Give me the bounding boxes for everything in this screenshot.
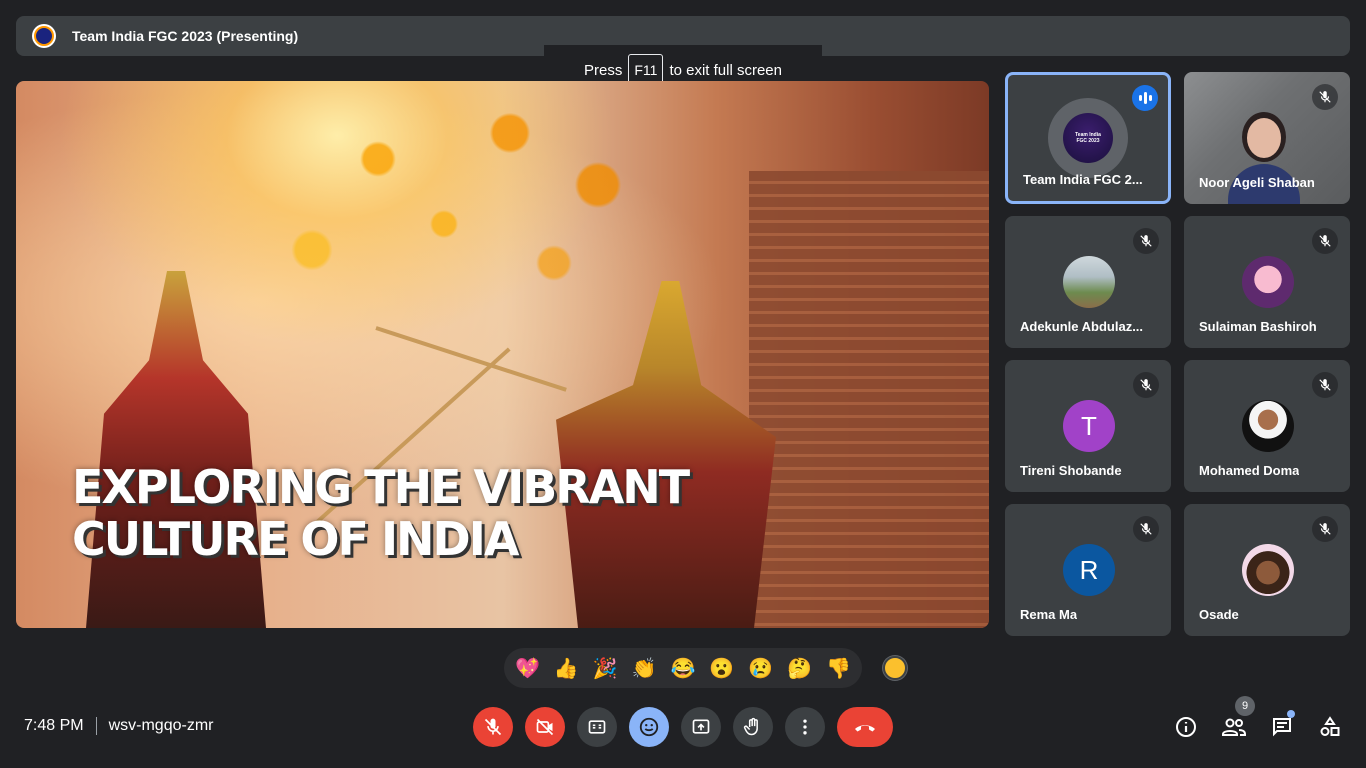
mic-toggle-button[interactable]: [473, 707, 513, 747]
captions-button[interactable]: [577, 707, 617, 747]
toast-suffix: to exit full screen: [669, 61, 782, 79]
mic-off-icon: [1312, 372, 1338, 398]
participant-tile[interactable]: Sulaiman Bashiroh: [1184, 216, 1350, 348]
participant-name: Tireni Shobande: [1020, 463, 1122, 478]
avatar-letter: R: [1079, 554, 1099, 585]
reaction-thumbs-down[interactable]: 👎: [820, 656, 856, 681]
participant-name: Team India FGC 2...: [1023, 172, 1143, 187]
people-icon: [1222, 718, 1246, 736]
camera-off-icon: [536, 718, 554, 736]
participant-name: Rema Ma: [1020, 607, 1078, 622]
avatar-letter: T: [1081, 410, 1097, 441]
avatar: [1242, 400, 1294, 452]
emoji-icon: [639, 717, 659, 737]
team-logo: Team India FGC 2023: [1063, 113, 1113, 163]
activities-icon: [1320, 716, 1340, 736]
reaction-clapping[interactable]: 👏: [626, 656, 662, 681]
present-icon: [692, 719, 710, 734]
mic-off-icon: [1312, 228, 1338, 254]
people-button[interactable]: [1219, 712, 1249, 742]
reaction-thumbs-up[interactable]: 👍: [548, 656, 584, 681]
info-icon: [1176, 717, 1196, 737]
raise-hand-icon: [743, 717, 758, 736]
camera-toggle-button[interactable]: [525, 707, 565, 747]
meeting-title: Team India FGC 2023 (Presenting): [72, 28, 299, 44]
raise-hand-button[interactable]: [733, 707, 773, 747]
participant-tile[interactable]: Team India FGC 2023 Team India FGC 2...: [1005, 72, 1171, 204]
mic-off-icon: [484, 718, 502, 736]
participant-tile[interactable]: Osade: [1184, 504, 1350, 636]
reaction-sparkling-heart[interactable]: 💖: [509, 656, 545, 681]
people-count-badge: 9: [1235, 696, 1255, 716]
participant-name: Adekunle Abdulaz...: [1020, 319, 1144, 334]
avatar: Team India FGC 2023: [1048, 98, 1128, 178]
reaction-surprised[interactable]: 😮: [704, 656, 740, 681]
captions-icon: [588, 720, 606, 734]
skin-tone-selector[interactable]: [883, 656, 907, 680]
meeting-info: 7:48 PM wsv-mgqo-zmr: [24, 717, 213, 735]
participant-tile[interactable]: Adekunle Abdulaz...: [1005, 216, 1171, 348]
end-call-icon: [855, 725, 875, 732]
meeting-details-button[interactable]: [1171, 712, 1201, 742]
slide-title: EXPLORING THE VIBRANT CULTURE OF INDIA: [72, 460, 690, 566]
reaction-thinking[interactable]: 🤔: [782, 656, 818, 681]
autumn-leaves-image: [246, 81, 686, 341]
more-options-button[interactable]: [785, 707, 825, 747]
emoji-button[interactable]: [629, 707, 669, 747]
leave-call-button[interactable]: [837, 707, 893, 747]
mic-off-icon: [1133, 516, 1159, 542]
more-options-icon: [803, 719, 807, 735]
reaction-crying[interactable]: 😢: [743, 656, 779, 681]
present-button[interactable]: [681, 707, 721, 747]
chat-icon: [1273, 718, 1291, 737]
participant-name: Noor Ageli Shaban: [1199, 175, 1315, 190]
chat-notification-dot: [1287, 710, 1295, 718]
mic-off-icon: [1312, 84, 1338, 110]
avatar: T: [1063, 400, 1115, 452]
participant-name: Mohamed Doma: [1199, 463, 1300, 478]
dancer-left-image: [86, 271, 266, 628]
reaction-party-popper[interactable]: 🎉: [587, 656, 623, 681]
participant-tile[interactable]: Mohamed Doma: [1184, 360, 1350, 492]
avatar: R: [1063, 544, 1115, 596]
mic-off-icon: [1133, 372, 1159, 398]
participant-name: Sulaiman Bashiroh: [1199, 319, 1317, 334]
avatar: [1242, 256, 1294, 308]
reactions-bar: 💖 👍 🎉 👏 😂 😮 😢 🤔 👎: [504, 648, 862, 688]
activities-button[interactable]: [1315, 712, 1345, 742]
meeting-logo: [32, 24, 56, 48]
participant-tile[interactable]: Noor Ageli Shaban: [1184, 72, 1350, 204]
participant-name: Osade: [1199, 607, 1239, 622]
avatar: [1242, 544, 1294, 596]
participant-video: [1228, 112, 1300, 204]
speaking-indicator-icon: [1132, 85, 1158, 111]
toast-prefix: Press: [584, 61, 623, 79]
participant-tile[interactable]: R Rema Ma: [1005, 504, 1171, 636]
avatar: [1063, 256, 1115, 308]
temple-wall-image: [749, 171, 989, 628]
mic-off-icon: [1133, 228, 1159, 254]
meeting-code: wsv-mgqo-zmr: [108, 717, 214, 734]
presentation-stage[interactable]: EXPLORING THE VIBRANT CULTURE OF INDIA: [16, 81, 989, 628]
reaction-joy[interactable]: 😂: [665, 656, 701, 681]
clock-time: 7:48 PM: [24, 717, 84, 734]
participant-tile[interactable]: T Tireni Shobande: [1005, 360, 1171, 492]
mic-off-icon: [1312, 516, 1338, 542]
divider: [95, 717, 97, 735]
